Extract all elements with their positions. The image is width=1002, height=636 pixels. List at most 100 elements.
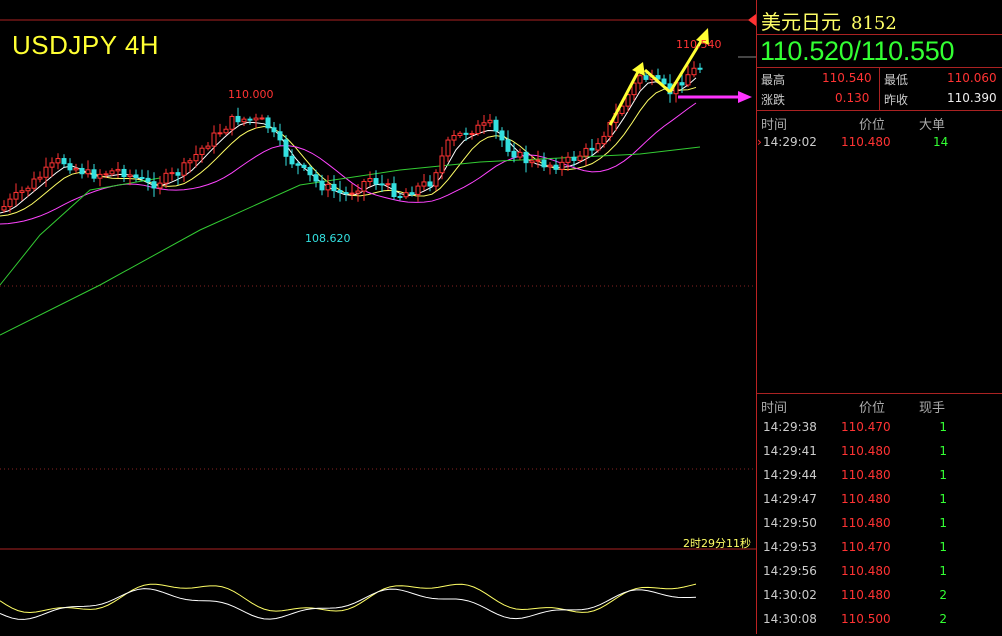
oscillator-panel bbox=[0, 583, 697, 620]
row-time: 14:29:50 bbox=[763, 516, 817, 530]
candle-body bbox=[259, 117, 265, 120]
table-row[interactable]: 14:29:38 110.470 1 bbox=[757, 420, 1002, 444]
candle-body bbox=[25, 187, 31, 192]
candles bbox=[1, 61, 703, 213]
candle-body bbox=[361, 180, 367, 192]
candle-body bbox=[289, 155, 295, 165]
low-value: 110.060 bbox=[947, 71, 997, 85]
candle-body bbox=[523, 151, 529, 164]
row-time: 14:29:41 bbox=[763, 444, 817, 458]
table-row[interactable]: 14:30:08 110.500 2 bbox=[757, 612, 1002, 636]
big-orders-header-price: 价位 bbox=[859, 118, 886, 133]
candle-body bbox=[661, 78, 667, 85]
side-arrow-head-icon bbox=[738, 91, 752, 103]
candle-body bbox=[271, 127, 277, 133]
candle-body bbox=[535, 159, 541, 162]
candle-body bbox=[355, 190, 361, 194]
instrument-label: 美元日元 bbox=[761, 10, 841, 34]
candle-body bbox=[457, 132, 463, 137]
change-value: 0.130 bbox=[835, 91, 870, 105]
candle-body bbox=[481, 122, 487, 126]
candle-body bbox=[193, 153, 199, 162]
candle-body bbox=[337, 190, 343, 194]
table-row[interactable]: 14:30:02 110.480 2 bbox=[757, 588, 1002, 612]
candle-body bbox=[169, 172, 175, 175]
prev-close-value: 110.390 bbox=[947, 91, 997, 105]
table-row[interactable]: 14:29:47 110.480 1 bbox=[757, 492, 1002, 516]
candle-body bbox=[43, 166, 49, 178]
candle-body bbox=[439, 155, 445, 174]
candle-body bbox=[409, 192, 415, 195]
candle-body bbox=[637, 75, 643, 84]
candle-body bbox=[253, 117, 259, 121]
candle-body bbox=[229, 115, 235, 130]
row-price: 110.480 bbox=[841, 135, 891, 149]
row-volume: 1 bbox=[939, 444, 947, 458]
row-time: 14:29:44 bbox=[763, 468, 817, 482]
row-price: 110.470 bbox=[841, 540, 891, 554]
row-price: 110.480 bbox=[841, 588, 891, 602]
candle-body bbox=[283, 139, 289, 157]
row-price: 110.480 bbox=[841, 564, 891, 578]
instrument-code: 8152 bbox=[851, 13, 897, 34]
candle-body bbox=[19, 190, 25, 193]
candle-body bbox=[571, 156, 577, 161]
bid-ask-quote: 110.520/110.550 bbox=[760, 36, 955, 66]
candle-body bbox=[679, 82, 685, 86]
candle-body bbox=[121, 168, 127, 178]
oscillator-line-signal bbox=[0, 588, 697, 620]
candle-body bbox=[73, 167, 79, 171]
candle-body bbox=[199, 147, 205, 155]
candle-body bbox=[163, 172, 169, 184]
candle-body bbox=[37, 176, 43, 180]
divider bbox=[879, 68, 880, 110]
candle-body bbox=[55, 158, 61, 164]
candlestick-chart[interactable]: 110.000 108.620 110.540 bbox=[0, 0, 756, 634]
candle-body bbox=[367, 178, 373, 182]
row-price: 110.480 bbox=[841, 468, 891, 482]
candle-body bbox=[151, 181, 157, 189]
candle-body bbox=[697, 67, 703, 70]
instrument-name: 美元日元 8152 bbox=[761, 6, 897, 35]
candle-body bbox=[421, 181, 427, 187]
candle-body bbox=[313, 174, 319, 182]
selection-marker-icon: › bbox=[757, 135, 762, 149]
table-row[interactable]: 14:29:56 110.480 1 bbox=[757, 564, 1002, 588]
candle-body bbox=[295, 163, 301, 166]
ma-line-long-left bbox=[0, 177, 161, 286]
candle-body bbox=[319, 180, 325, 191]
table-row[interactable]: 14:29:50 110.480 1 bbox=[757, 516, 1002, 540]
candle-body bbox=[427, 181, 433, 187]
candle-body bbox=[505, 139, 511, 152]
candle-body bbox=[127, 174, 133, 178]
divider bbox=[757, 34, 1002, 35]
table-row[interactable]: 14:29:41 110.480 1 bbox=[757, 444, 1002, 468]
row-time: 14:29:47 bbox=[763, 492, 817, 506]
candle-body bbox=[469, 133, 475, 136]
table-row[interactable]: › 14:29:02 110.480 14 bbox=[757, 135, 1002, 159]
candle-body bbox=[211, 132, 217, 147]
row-time: 14:30:02 bbox=[763, 588, 817, 602]
candle-body bbox=[403, 192, 409, 198]
candle-body bbox=[79, 167, 85, 175]
candle-body bbox=[433, 172, 439, 187]
candle-body bbox=[559, 161, 565, 170]
candle-body bbox=[601, 135, 607, 145]
chart-title: USDJPY 4H bbox=[12, 30, 160, 60]
row-volume: 1 bbox=[939, 492, 947, 506]
ticks-header-time: 时间 bbox=[761, 401, 788, 416]
divider bbox=[757, 393, 1002, 394]
candle-body bbox=[547, 164, 553, 168]
candle-body bbox=[331, 183, 337, 192]
candle-body bbox=[85, 169, 91, 175]
quote-panel: 美元日元 8152 110.520/110.550 最高 110.540 最低 1… bbox=[756, 0, 1002, 634]
candle-body bbox=[451, 135, 457, 141]
recent-high-label: 110.540 bbox=[676, 38, 722, 51]
table-row[interactable]: 14:29:53 110.470 1 bbox=[757, 540, 1002, 564]
candle-body bbox=[595, 143, 601, 151]
candle-body bbox=[373, 178, 379, 185]
prev-close-label: 昨收 bbox=[884, 93, 909, 107]
chart-area[interactable]: 110.000 108.620 110.540 USDJPY 4H 2时29分1… bbox=[0, 0, 756, 634]
table-row[interactable]: 14:29:44 110.480 1 bbox=[757, 468, 1002, 492]
low-price-label: 108.620 bbox=[305, 232, 351, 245]
